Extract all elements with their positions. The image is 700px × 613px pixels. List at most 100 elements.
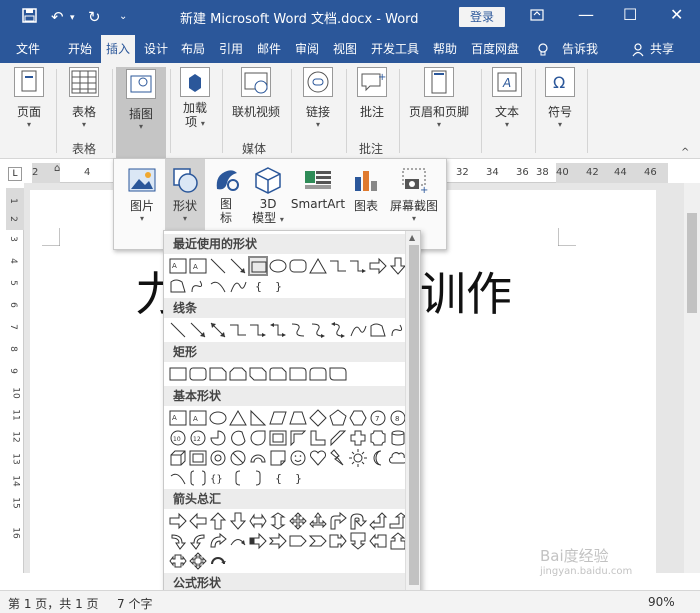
pages-button[interactable]: 页面 ▾ <box>10 67 48 137</box>
curved-down-arrow-shape-icon[interactable] <box>228 531 248 551</box>
pentagon-shape-icon[interactable] <box>328 408 348 428</box>
heptagon-shape-icon[interactable]: 7 <box>368 408 388 428</box>
close-icon[interactable]: ✕ <box>670 5 683 24</box>
right-triangle-shape-icon[interactable] <box>248 408 268 428</box>
right-arrow-shape-icon[interactable] <box>368 256 388 276</box>
no-symbol-shape-icon[interactable] <box>228 448 248 468</box>
snip-diagonal-rectangle-shape-icon[interactable] <box>248 364 268 384</box>
header-footer-button[interactable]: 页眉和页脚 ▾ <box>406 67 472 137</box>
oval-shape-icon[interactable] <box>208 408 228 428</box>
collapse-ribbon-icon[interactable]: ^ <box>681 147 689 158</box>
curved-up-arrow-shape-icon[interactable] <box>208 531 228 551</box>
vertical-textbox-shape-icon[interactable]: A <box>188 408 208 428</box>
line-shape-icon[interactable] <box>208 256 228 276</box>
arrow-line-shape-icon[interactable] <box>188 320 208 340</box>
teardrop-shape-icon[interactable] <box>248 428 268 448</box>
addins-button[interactable]: 加载项 ▾ <box>176 67 214 137</box>
lightbulb-icon[interactable] <box>537 35 549 63</box>
tab-selector[interactable]: L <box>8 167 22 181</box>
redo-icon[interactable]: ↻ <box>88 8 101 26</box>
textbox-shape-icon[interactable]: A <box>168 256 188 276</box>
left-up-arrow-shape-icon[interactable] <box>368 511 388 531</box>
smiley-face-shape-icon[interactable] <box>288 448 308 468</box>
page-count[interactable]: 第 1 页，共 1 页 <box>8 595 99 612</box>
striped-right-arrow-shape-icon[interactable] <box>248 531 268 551</box>
heart-shape-icon[interactable] <box>308 448 328 468</box>
right-bracket-shape-icon[interactable] <box>248 468 268 488</box>
rectangle-shape-icon[interactable] <box>248 256 268 276</box>
shapes-scrollbar[interactable]: ▲ ▼ <box>405 231 420 612</box>
chevron-shape-icon[interactable] <box>308 531 328 551</box>
moon-shape-icon[interactable] <box>368 448 388 468</box>
online-video-button[interactable]: 联机视频 <box>227 67 285 137</box>
arrow-line-shape-icon[interactable] <box>228 256 248 276</box>
round-corner-rectangle-shape-icon[interactable] <box>288 364 308 384</box>
cross-shape-icon[interactable] <box>348 428 368 448</box>
lightning-bolt-shape-icon[interactable] <box>328 448 348 468</box>
right-brace-shape-icon[interactable]: } <box>268 276 288 296</box>
zoom-level[interactable]: 90% <box>648 595 675 609</box>
pie-shape-icon[interactable] <box>208 428 228 448</box>
down-arrow-shape-icon[interactable] <box>228 511 248 531</box>
rectangle-shape-icon[interactable] <box>168 364 188 384</box>
dodecagon-shape-icon[interactable]: 12 <box>188 428 208 448</box>
tab-design[interactable]: 设计 <box>140 35 172 63</box>
right-arrow-callout-shape-icon[interactable] <box>328 531 348 551</box>
curve-shape-icon[interactable] <box>228 276 248 296</box>
arc-shape-icon[interactable] <box>168 468 188 488</box>
tab-baidu-netdisk[interactable]: 百度网盘 <box>466 35 524 63</box>
tab-references[interactable]: 引用 <box>214 35 248 63</box>
trapezoid-shape-icon[interactable] <box>288 408 308 428</box>
comment-button[interactable]: + 批注 <box>352 67 392 137</box>
tell-me-search[interactable]: 告诉我 <box>562 35 598 63</box>
donut-shape-icon[interactable] <box>208 448 228 468</box>
scribble-shape-icon[interactable] <box>188 276 208 296</box>
table-button[interactable]: 表格 ▾ <box>65 67 103 137</box>
word-count[interactable]: 7 个字 <box>117 595 152 612</box>
curved-arrow-connector-shape-icon[interactable] <box>308 320 328 340</box>
document-text[interactable]: 训作 <box>420 258 512 324</box>
vertical-textbox-shape-icon[interactable]: A <box>188 256 208 276</box>
tab-file[interactable]: 文件 <box>8 35 48 63</box>
rounded-rectangle-shape-icon[interactable] <box>288 256 308 276</box>
curve-shape-icon[interactable] <box>348 320 368 340</box>
freeform-shape-icon[interactable] <box>168 276 188 296</box>
rounded-rectangle-shape-icon[interactable] <box>188 364 208 384</box>
l-shape-icon[interactable] <box>308 428 328 448</box>
tab-developer[interactable]: 开发工具 <box>366 35 424 63</box>
symbol-button[interactable]: Ω 符号 ▾ <box>541 67 579 137</box>
line-shape-icon[interactable] <box>168 320 188 340</box>
tab-help[interactable]: 帮助 <box>428 35 462 63</box>
tab-mailings[interactable]: 邮件 <box>252 35 286 63</box>
arc-shape-icon[interactable] <box>208 276 228 296</box>
round-diagonal-rectangle-shape-icon[interactable] <box>328 364 348 384</box>
parallelogram-shape-icon[interactable] <box>268 408 288 428</box>
bent-arrow-shape-icon[interactable] <box>328 511 348 531</box>
right-brace-shape-icon[interactable]: } <box>288 468 308 488</box>
snip-round-rectangle-shape-icon[interactable] <box>268 364 288 384</box>
folded-corner-shape-icon[interactable] <box>268 448 288 468</box>
sun-shape-icon[interactable] <box>348 448 368 468</box>
left-right-arrow-shape-icon[interactable] <box>248 511 268 531</box>
snip-same-side-rectangle-shape-icon[interactable] <box>228 364 248 384</box>
up-down-arrow-shape-icon[interactable] <box>268 511 288 531</box>
double-bracket-shape-icon[interactable] <box>188 468 208 488</box>
vertical-scrollbar[interactable] <box>684 183 700 573</box>
link-button[interactable]: 链接 ▾ <box>298 67 338 137</box>
snip-corner-rectangle-shape-icon[interactable] <box>208 364 228 384</box>
minimize-icon[interactable]: — <box>578 5 594 24</box>
left-right-arrow-callout-shape-icon[interactable] <box>168 551 188 571</box>
right-arrow-shape-icon[interactable] <box>168 511 188 531</box>
customize-icon[interactable]: ⌄ <box>119 11 127 22</box>
frame-shape-icon[interactable] <box>268 428 288 448</box>
pentagon-arrow-shape-icon[interactable] <box>288 531 308 551</box>
elbow-connector-shape-icon[interactable] <box>328 256 348 276</box>
tab-insert[interactable]: 插入 <box>101 35 135 63</box>
quad-arrow-shape-icon[interactable] <box>288 511 308 531</box>
down-arrow-callout-shape-icon[interactable] <box>348 531 368 551</box>
diamond-shape-icon[interactable] <box>308 408 328 428</box>
illustrations-button[interactable]: 插图 ▾ <box>116 67 166 159</box>
left-brace-shape-icon[interactable]: { <box>268 468 288 488</box>
elbow-connector-shape-icon[interactable] <box>228 320 248 340</box>
insert-picture-button[interactable]: 图片 ▾ <box>120 159 164 249</box>
